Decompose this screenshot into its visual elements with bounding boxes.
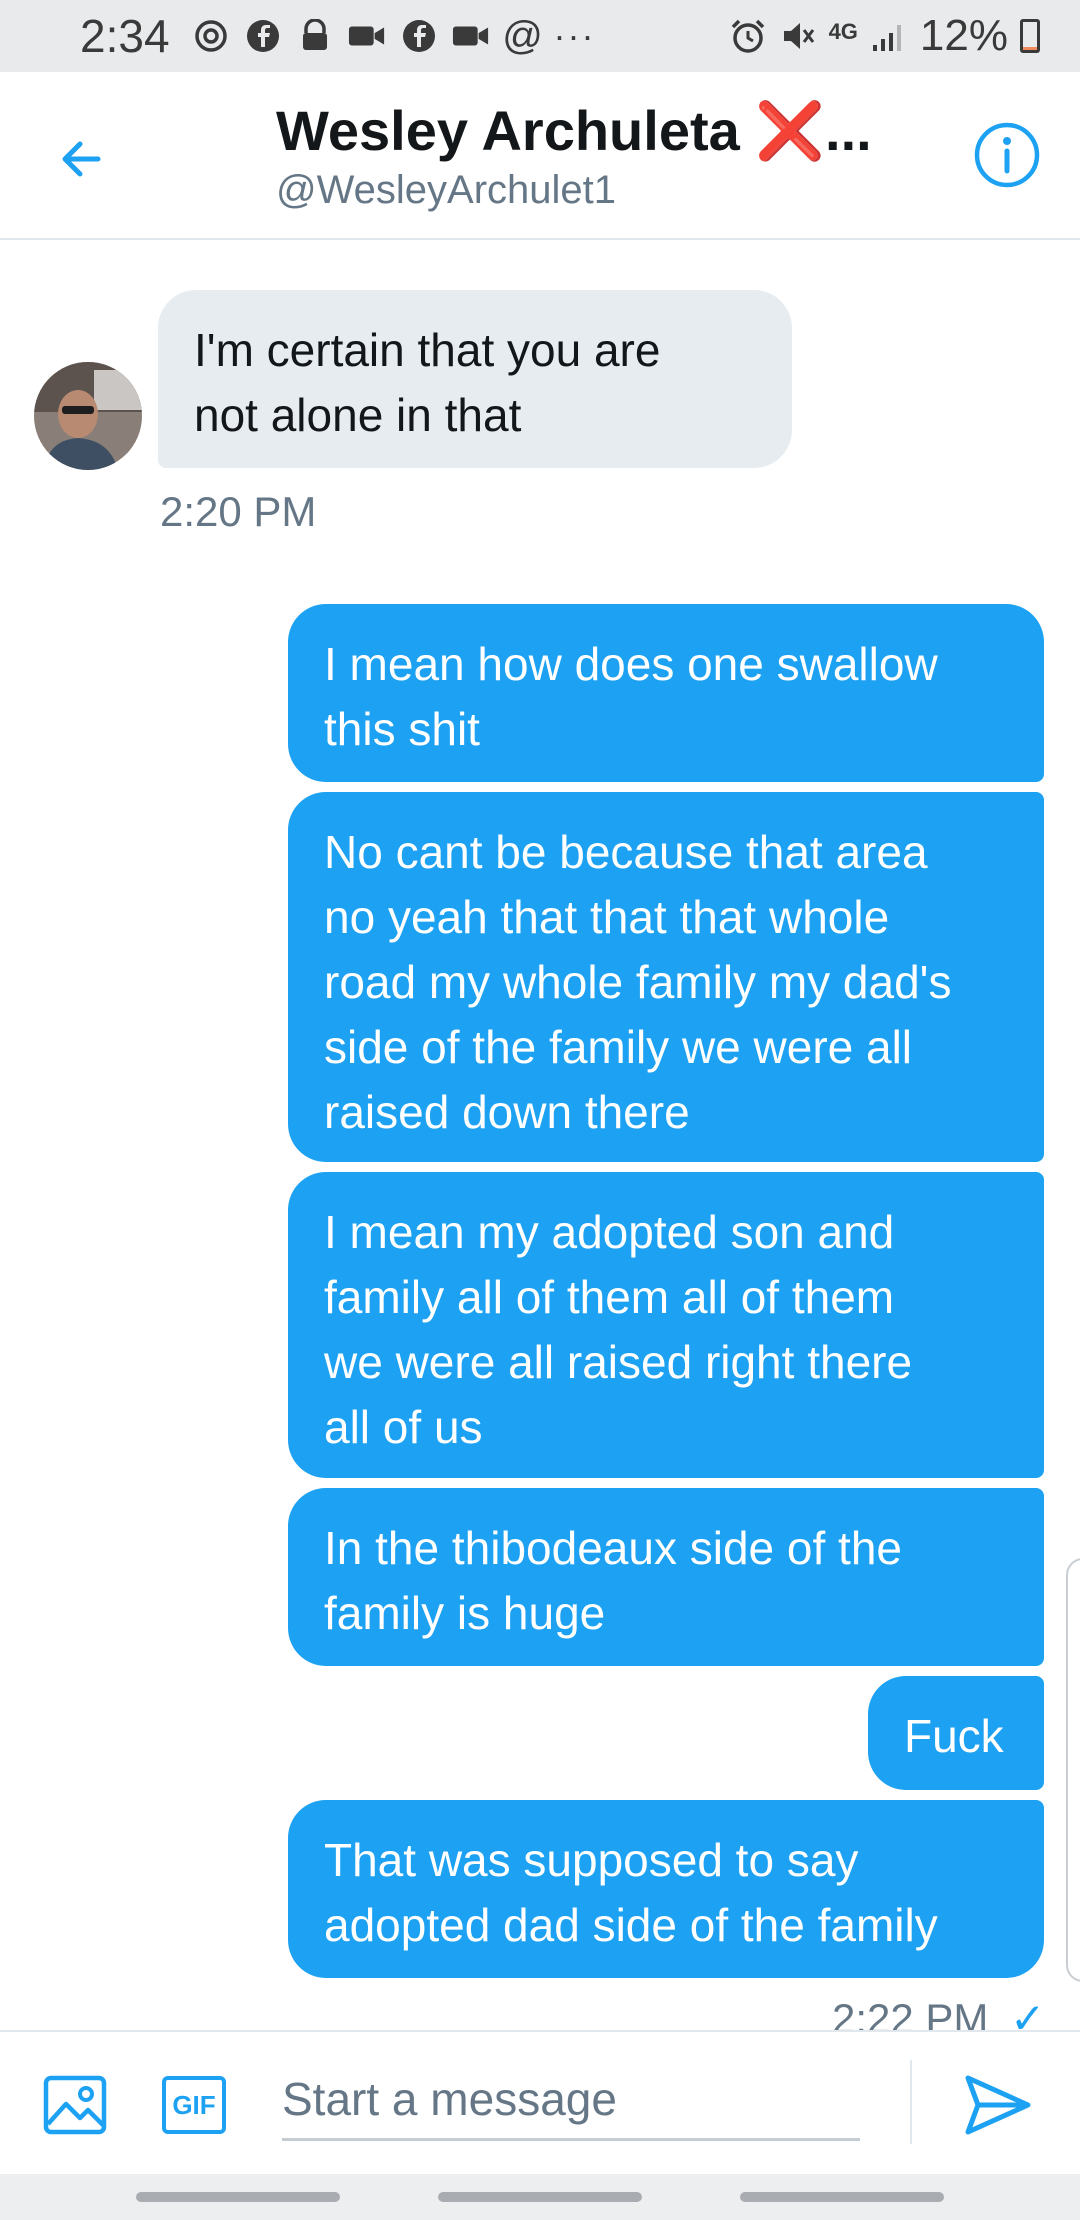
instagram-icon — [192, 17, 230, 55]
sent-time: 2:22 PM — [832, 1995, 989, 2030]
received-message[interactable]: I'm certain that you are not alone in th… — [158, 290, 792, 468]
sent-message[interactable]: In the thibodeaux side of the family is … — [288, 1488, 1044, 1666]
facebook-icon — [400, 17, 438, 55]
gif-label: GIF — [172, 2089, 216, 2120]
contact-name[interactable]: Wesley Archuleta ❌... — [276, 98, 872, 164]
more-icon: ··· — [553, 15, 596, 56]
cross-mark-emoji: ❌ — [755, 99, 826, 162]
message-line: all of us — [324, 1401, 483, 1453]
message-line: family is huge — [324, 1587, 606, 1639]
message-line: adopted dad side of the family — [324, 1899, 938, 1951]
sent-check-icon: ✓ — [1010, 1995, 1046, 2030]
message-list[interactable]: I'm certain that you are not alone in th… — [0, 240, 1080, 2030]
sent-message[interactable]: I mean my adopted son and family all of … — [288, 1172, 1044, 1478]
contact-name-text: Wesley Archuleta — [276, 99, 740, 162]
notification-icons: @ ··· — [192, 13, 596, 58]
system-icons: 4G 12% — [729, 11, 1040, 61]
gif-button[interactable]: GIF — [162, 2076, 226, 2134]
status-time: 2:34 — [80, 10, 170, 62]
nav-back-button[interactable] — [740, 2192, 944, 2202]
facebook-icon — [244, 17, 282, 55]
nav-recents-button[interactable] — [136, 2192, 340, 2202]
signal-icon — [870, 17, 908, 55]
message-line: not alone in that — [194, 389, 522, 441]
received-timestamp: 2:20 PM — [160, 488, 317, 535]
video-icon — [452, 17, 490, 55]
message-line: road my whole family my dad's — [324, 956, 952, 1008]
nav-home-button[interactable] — [438, 2192, 642, 2202]
message-line: I mean my adopted son and — [324, 1206, 895, 1258]
sent-message[interactable]: That was supposed to say adopted dad sid… — [288, 1800, 1044, 1978]
message-line: That was supposed to say — [324, 1834, 859, 1886]
message-line: Fuck — [904, 1710, 1004, 1762]
message-line: this shit — [324, 703, 480, 755]
back-arrow-icon[interactable] — [50, 124, 120, 194]
at-icon: @ — [502, 13, 543, 58]
message-input[interactable] — [282, 2060, 860, 2141]
contact-avatar[interactable] — [34, 362, 142, 470]
lock-icon — [296, 17, 334, 55]
video-icon — [348, 17, 386, 55]
name-ellipsis: ... — [825, 99, 872, 162]
network-type: 4G — [828, 19, 858, 44]
message-line: I mean how does one swallow — [324, 638, 938, 690]
message-line: I'm certain that you are — [194, 324, 661, 376]
sent-message[interactable]: I mean how does one swallow this shit — [288, 604, 1044, 782]
sent-timestamp: 2:22 PM ✓ — [832, 1994, 1045, 2030]
message-composer: GIF — [0, 2030, 1080, 2174]
image-icon[interactable] — [42, 2072, 108, 2138]
status-bar: 2:34 @ ··· 4G 12% — [0, 0, 1080, 72]
composer-divider — [910, 2060, 912, 2144]
info-icon[interactable] — [972, 120, 1042, 190]
sent-message[interactable]: Fuck — [868, 1676, 1044, 1790]
sent-message[interactable]: No cant be because that area no yeah tha… — [288, 792, 1044, 1162]
system-nav-bar — [0, 2174, 1080, 2220]
battery-percent: 12% — [919, 11, 1008, 60]
message-line: no yeah that that that whole — [324, 891, 890, 943]
scroll-indicator[interactable] — [1066, 1558, 1080, 1982]
contact-handle: @WesleyArchulet1 — [276, 168, 616, 212]
message-line: No cant be because that area — [324, 826, 928, 878]
message-line: side of the family we were all — [324, 1021, 913, 1073]
mute-icon — [779, 17, 817, 55]
message-line: raised down there — [324, 1086, 690, 1138]
message-line: family all of them all of them — [324, 1271, 895, 1323]
alarm-icon — [729, 17, 767, 55]
message-line: In the thibodeaux side of the — [324, 1522, 902, 1574]
message-line: we were all raised right there — [324, 1336, 913, 1388]
conversation-header: Wesley Archuleta ❌... @WesleyArchulet1 — [0, 72, 1080, 240]
battery-icon — [1020, 19, 1040, 53]
send-icon[interactable] — [962, 2070, 1034, 2140]
